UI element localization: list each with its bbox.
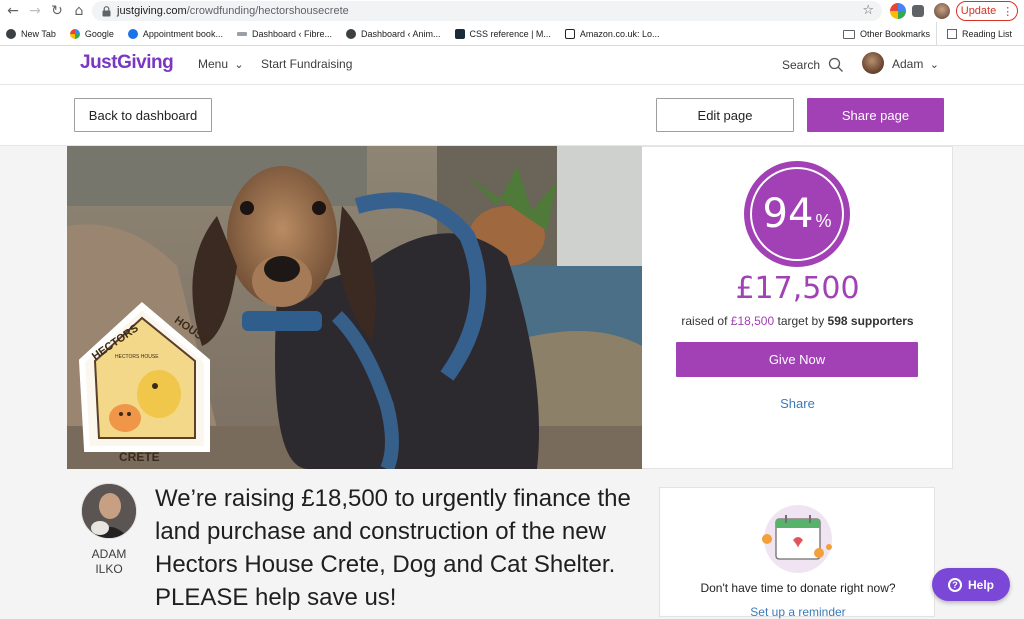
bookmarks-bar: New Tab Google Appointment book... Dashb… (0, 22, 1024, 46)
wordpress-icon (346, 28, 356, 39)
dog-photo-image: HECTORS HOUSE HECTORS HOUSE CRETE (67, 146, 642, 469)
bookmark-label: Amazon.co.uk: Lo... (579, 28, 660, 39)
google-icon (69, 28, 80, 39)
set-reminder-link[interactable]: Set up a reminder (660, 605, 936, 619)
other-bookmarks[interactable]: Other Bookmarks (843, 22, 930, 46)
share-link[interactable]: Share (642, 396, 953, 411)
forward-arrow-icon[interactable]: → (26, 2, 44, 20)
search-label: Search (782, 58, 821, 72)
puzzle-icon[interactable] (912, 5, 924, 17)
bookmark-label: Google (84, 28, 114, 39)
bookmark-css-reference[interactable]: CSS reference | M... (454, 28, 551, 39)
url-path: /crowdfunding/hectorshousecrete (186, 5, 349, 17)
give-now-button[interactable]: Give Now (676, 342, 918, 377)
url-host: justgiving.com (117, 5, 187, 17)
lock-icon (102, 5, 111, 16)
author-avatar[interactable] (81, 483, 137, 539)
campaign-headline: We’re raising £18,500 to urgently financ… (155, 485, 631, 611)
amount-raised: £17,500 (735, 271, 860, 306)
share-page-button[interactable]: Share page (807, 98, 944, 132)
chevron-down-icon: ⌄ (234, 58, 244, 71)
bookmark-label: New Tab (21, 28, 56, 39)
user-avatar[interactable] (862, 52, 884, 74)
reload-icon[interactable]: ↻ (48, 2, 66, 20)
help-button[interactable]: ? Help (932, 568, 1010, 601)
bookmark-dashboard-fibre[interactable]: Dashboard ‹ Fibre... (236, 28, 332, 39)
raised-summary: raised of £18,500 target by 598 supporte… (642, 314, 953, 328)
bookmark-label: Appointment book... (142, 28, 223, 39)
target-by-text: target by (777, 314, 825, 328)
amazon-icon (564, 28, 575, 39)
reminder-text: Don't have time to donate right now? (700, 581, 896, 595)
update-label: Update (960, 5, 997, 17)
raised-of-text: raised of (681, 314, 728, 328)
progress-circle: 94% (744, 161, 850, 267)
browser-toolbar: ← → ↻ ⌂ justgiving.com/crowdfunding/hect… (0, 0, 1024, 22)
question-icon: ? (947, 577, 962, 592)
user-menu[interactable]: Adam ⌄ (892, 57, 939, 71)
help-label: Help (967, 577, 994, 592)
reading-list-label: Reading List (962, 29, 1013, 39)
search-icon (828, 57, 843, 72)
other-bookmarks-label: Other Bookmarks (860, 29, 931, 39)
back-arrow-icon[interactable]: ← (4, 2, 22, 20)
logo-text-crete: CRETE (119, 450, 160, 464)
bookmark-label: Dashboard ‹ Anim... (361, 28, 441, 39)
reading-list[interactable]: Reading List (936, 22, 1012, 46)
extension-icon[interactable] (890, 3, 906, 19)
user-name: Adam (892, 57, 924, 71)
logo-text-small: HECTORS HOUSE (115, 354, 159, 360)
edit-page-button[interactable]: Edit page (656, 98, 794, 132)
globe-icon (6, 28, 16, 39)
reminder-card: Don't have time to donate right now? Set… (659, 487, 936, 619)
fibre-icon (236, 31, 247, 36)
menu-dropdown[interactable]: Menu ⌄ (198, 57, 244, 71)
author-first-name: ADAM (91, 547, 127, 561)
profile-avatar-icon[interactable] (934, 3, 950, 19)
back-to-dashboard-button[interactable]: Back to dashboard (74, 98, 212, 132)
chevron-down-icon: ⌄ (929, 58, 939, 71)
calendar-icon (762, 505, 832, 573)
percent-sign: % (815, 210, 832, 231)
bookmark-google[interactable]: Google (69, 28, 114, 39)
update-button[interactable]: Update ⋮ (956, 1, 1018, 21)
mdn-icon (454, 28, 465, 39)
folder-icon (843, 29, 855, 39)
url-bar[interactable]: justgiving.com/crowdfunding/hectorshouse… (92, 1, 882, 21)
percent-value: 94 (762, 191, 814, 237)
search-button[interactable]: Search (782, 57, 844, 73)
menu-label: Menu (198, 57, 229, 71)
bookmark-label: CSS reference | M... (469, 28, 551, 39)
supporters-count: 598 supporters (827, 314, 914, 328)
reading-list-icon (947, 29, 957, 39)
progress-circle-inner: 94% (750, 167, 844, 261)
bookmark-new-tab[interactable]: New Tab (6, 28, 56, 39)
bookmark-dashboard-anim[interactable]: Dashboard ‹ Anim... (346, 28, 441, 39)
star-icon[interactable]: ☆ (862, 3, 874, 18)
author-last-name: ILKO (95, 562, 123, 576)
site-header: JustGiving Menu ⌄ Start Fundraising Sear… (0, 46, 1024, 85)
justgiving-logo[interactable]: JustGiving (80, 52, 174, 74)
bookmark-appointment[interactable]: Appointment book... (127, 28, 223, 39)
kebab-menu-icon: ⋮ (1002, 5, 1014, 18)
target-amount: £18,500 (730, 314, 775, 328)
donation-panel: 94% £17,500 raised of £18,500 target by … (642, 146, 953, 469)
owner-action-bar: Back to dashboard Edit page Share page (0, 85, 1024, 146)
home-icon[interactable]: ⌂ (70, 2, 88, 20)
author-photo (82, 484, 136, 538)
dollar-icon (127, 28, 138, 39)
start-fundraising-link[interactable]: Start Fundraising (261, 57, 352, 71)
bookmark-amazon[interactable]: Amazon.co.uk: Lo... (564, 28, 660, 39)
author-name: ADAM ILKO (76, 547, 142, 577)
bookmark-label: Dashboard ‹ Fibre... (251, 28, 332, 39)
campaign-photo: HECTORS HOUSE HECTORS HOUSE CRETE (67, 146, 642, 469)
